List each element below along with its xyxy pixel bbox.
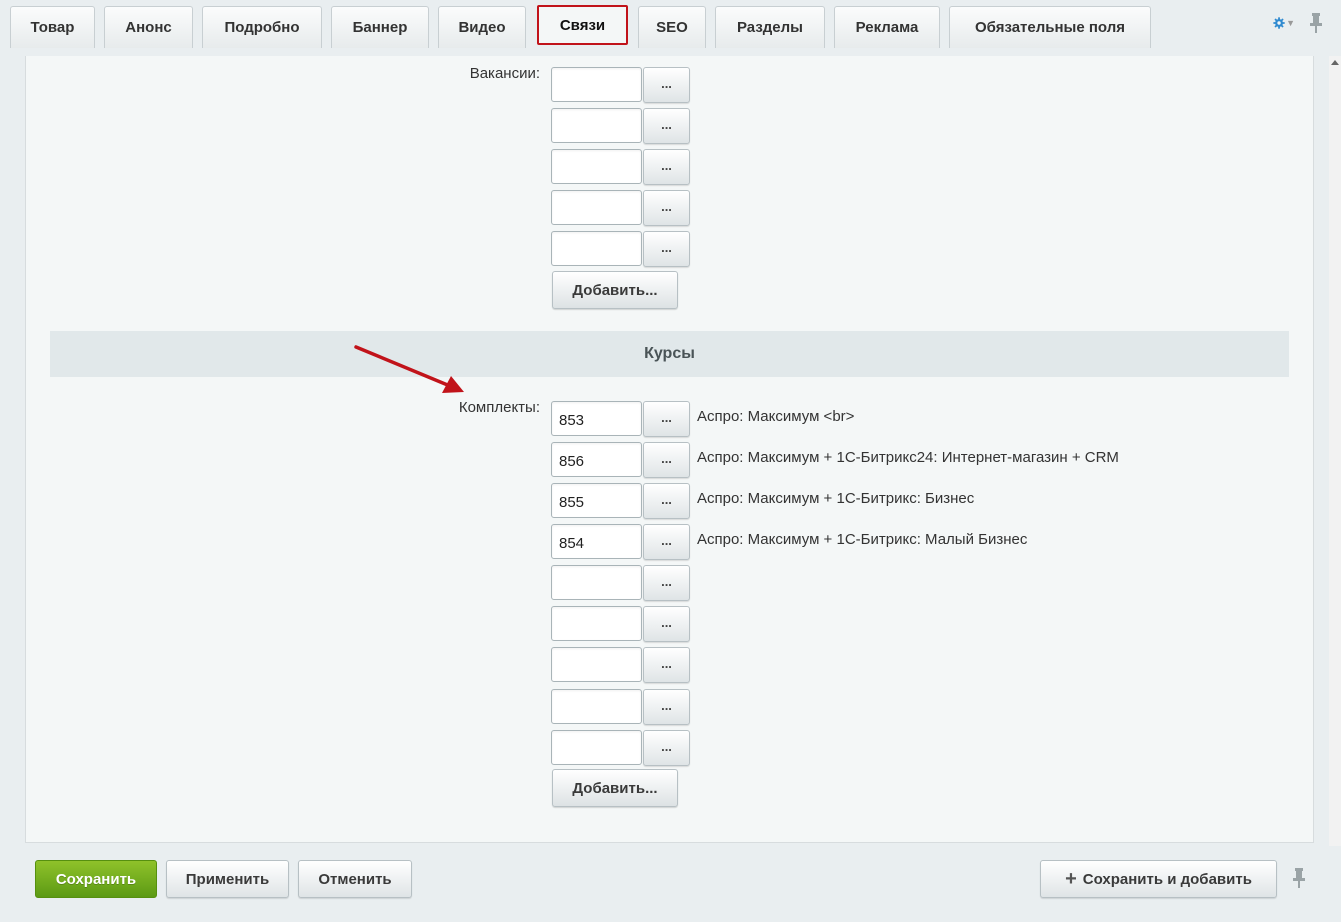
save-and-add-label: Сохранить и добавить (1082, 870, 1252, 888)
tab-seo[interactable]: SEO (638, 6, 706, 48)
tab-sections[interactable]: Разделы (715, 6, 825, 48)
vacancy-id-input[interactable] (551, 231, 642, 266)
kit-id-input[interactable] (551, 524, 642, 559)
tab-label: SEO (656, 19, 688, 36)
tab-label: Реклама (855, 19, 919, 36)
vacancy-id-input[interactable] (551, 190, 642, 225)
tab-video[interactable]: Видео (438, 6, 526, 48)
tab-label: Анонс (125, 19, 172, 36)
kits-label: Комплекты: (458, 399, 540, 416)
section-header-courses: Курсы (50, 331, 1289, 377)
apply-button[interactable]: Применить (166, 860, 289, 898)
kit-id-input[interactable] (551, 483, 642, 518)
kit-select-button[interactable]: ... (643, 689, 690, 725)
kit-select-button[interactable]: ... (643, 730, 690, 766)
scroll-up-icon[interactable] (1331, 60, 1339, 65)
tab-product[interactable]: Товар (10, 6, 95, 48)
vacancy-select-button[interactable]: ... (643, 67, 690, 103)
arrow-icon (354, 345, 464, 393)
scrollbar[interactable] (1329, 56, 1341, 846)
kit-select-button[interactable]: ... (643, 606, 690, 642)
kit-select-button[interactable]: ... (643, 565, 690, 601)
tab-label: Подробно (224, 19, 300, 36)
tab-advertising[interactable]: Реклама (834, 6, 940, 48)
vacancy-id-input[interactable] (551, 149, 642, 184)
kit-select-button[interactable]: ... (643, 647, 690, 683)
add-vacancy-button[interactable]: Добавить... (552, 271, 678, 309)
kit-id-input[interactable] (551, 401, 642, 436)
pin-icon[interactable] (1292, 866, 1306, 890)
kit-select-button[interactable]: ... (643, 442, 690, 478)
cancel-button[interactable]: Отменить (298, 860, 412, 898)
tab-label: Обязательные поля (974, 19, 1126, 36)
tab-label: Баннер (352, 19, 408, 36)
tab-details[interactable]: Подробно (202, 6, 322, 48)
kit-select-button[interactable]: ... (643, 524, 690, 560)
tab-announce[interactable]: Анонс (104, 6, 193, 48)
tab-label: Товар (30, 19, 75, 36)
kit-id-input[interactable] (551, 730, 642, 765)
tab-label: Разделы (737, 19, 803, 36)
kit-name: Аспро: Максимум + 1С-Битрикс: Бизнес (697, 490, 975, 507)
kit-id-input[interactable] (551, 565, 642, 600)
vacancy-select-button[interactable]: ... (643, 149, 690, 185)
gear-icon (1273, 17, 1285, 29)
kit-id-input[interactable] (551, 606, 642, 641)
save-and-add-button[interactable]: + Сохранить и добавить (1040, 860, 1277, 898)
tab-required-fields[interactable]: Обязательные поля (949, 6, 1151, 48)
settings-button[interactable]: ▼ (1273, 12, 1295, 34)
tab-label: Видео (458, 19, 506, 36)
kit-id-input[interactable] (551, 442, 642, 477)
kit-id-input[interactable] (551, 647, 642, 682)
vacancy-select-button[interactable]: ... (643, 231, 690, 267)
kit-select-button[interactable]: ... (643, 401, 690, 437)
tab-label: Связи (559, 16, 606, 34)
kit-select-button[interactable]: ... (643, 483, 690, 519)
add-kit-button[interactable]: Добавить... (552, 769, 678, 807)
kit-name: Аспро: Максимум + 1С-Битрикс24: Интернет… (697, 449, 1119, 466)
section-title: Курсы (644, 345, 695, 362)
vacancy-select-button[interactable]: ... (643, 108, 690, 144)
vacancy-id-input[interactable] (551, 67, 642, 102)
tab-links[interactable]: Связи (537, 5, 628, 45)
chevron-down-icon: ▼ (1286, 18, 1295, 28)
kit-id-input[interactable] (551, 689, 642, 724)
pin-icon[interactable] (1309, 12, 1323, 34)
plus-icon: + (1065, 868, 1077, 890)
save-button[interactable]: Сохранить (35, 860, 157, 898)
kit-name: Аспро: Максимум + 1С-Битрикс: Малый Бизн… (697, 531, 1028, 548)
tab-tools: ▼ (1273, 12, 1323, 34)
tab-banner[interactable]: Баннер (331, 6, 429, 48)
kit-name: Аспро: Максимум <br> (697, 408, 855, 425)
vacancies-label: Вакансии: (469, 65, 540, 82)
vacancy-select-button[interactable]: ... (643, 190, 690, 226)
vacancy-id-input[interactable] (551, 108, 642, 143)
